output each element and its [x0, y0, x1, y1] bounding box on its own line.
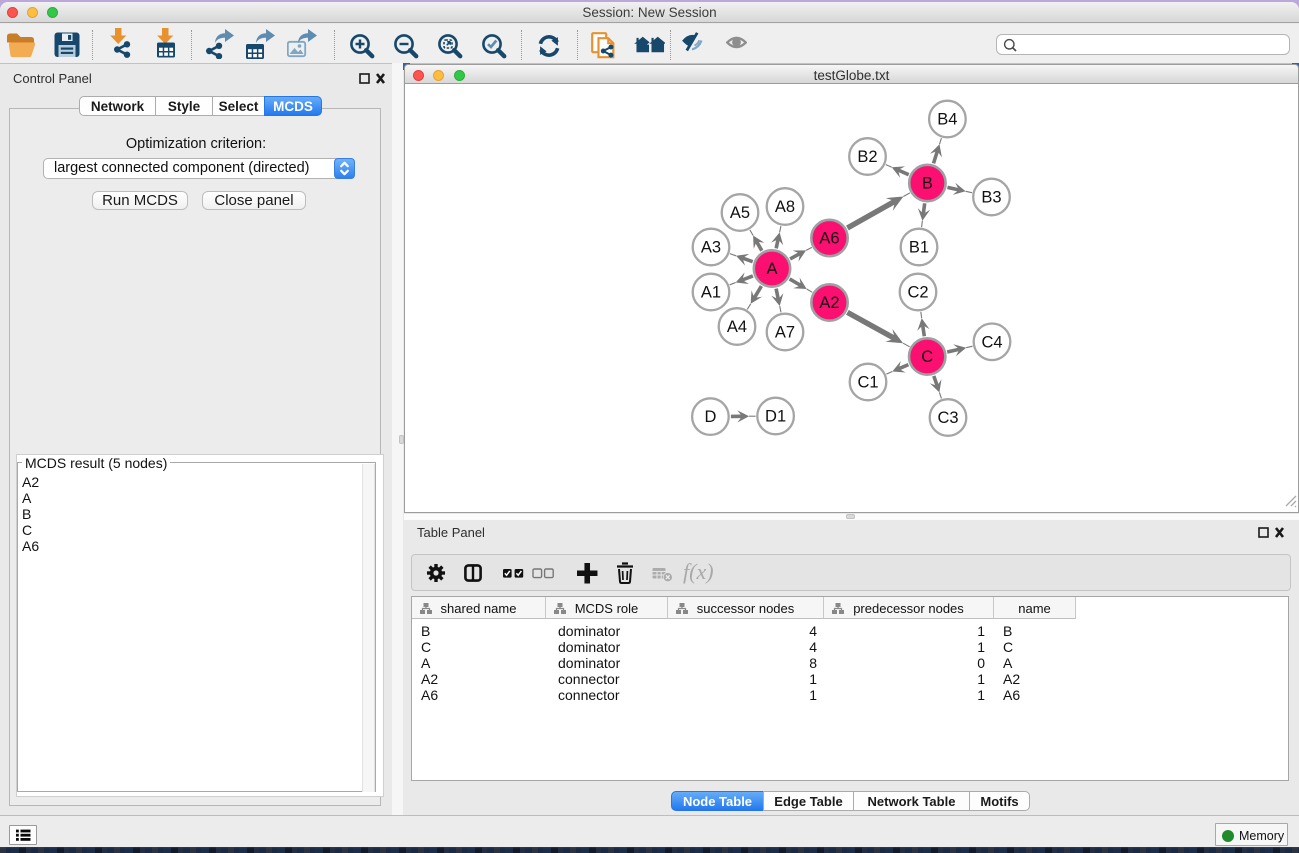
svg-text:A2: A2 [819, 294, 839, 312]
svg-text:B: B [922, 175, 933, 193]
svg-text:D: D [704, 408, 716, 426]
svg-text:B3: B3 [981, 189, 1001, 207]
svg-text:A: A [766, 260, 777, 278]
svg-text:C1: C1 [857, 374, 878, 392]
svg-text:C3: C3 [937, 409, 958, 427]
svg-text:C4: C4 [981, 333, 1002, 351]
svg-text:A4: A4 [727, 318, 747, 336]
svg-text:C2: C2 [907, 284, 928, 302]
svg-text:D1: D1 [765, 408, 786, 426]
svg-text:A5: A5 [730, 204, 750, 222]
svg-text:B4: B4 [937, 111, 957, 129]
svg-text:B1: B1 [909, 239, 929, 257]
svg-text:C: C [921, 348, 933, 366]
svg-text:A1: A1 [701, 284, 721, 302]
svg-text:A8: A8 [775, 198, 795, 216]
svg-text:A7: A7 [775, 324, 795, 342]
svg-text:A3: A3 [701, 239, 721, 257]
svg-text:B2: B2 [857, 148, 877, 166]
svg-text:A6: A6 [819, 230, 839, 248]
